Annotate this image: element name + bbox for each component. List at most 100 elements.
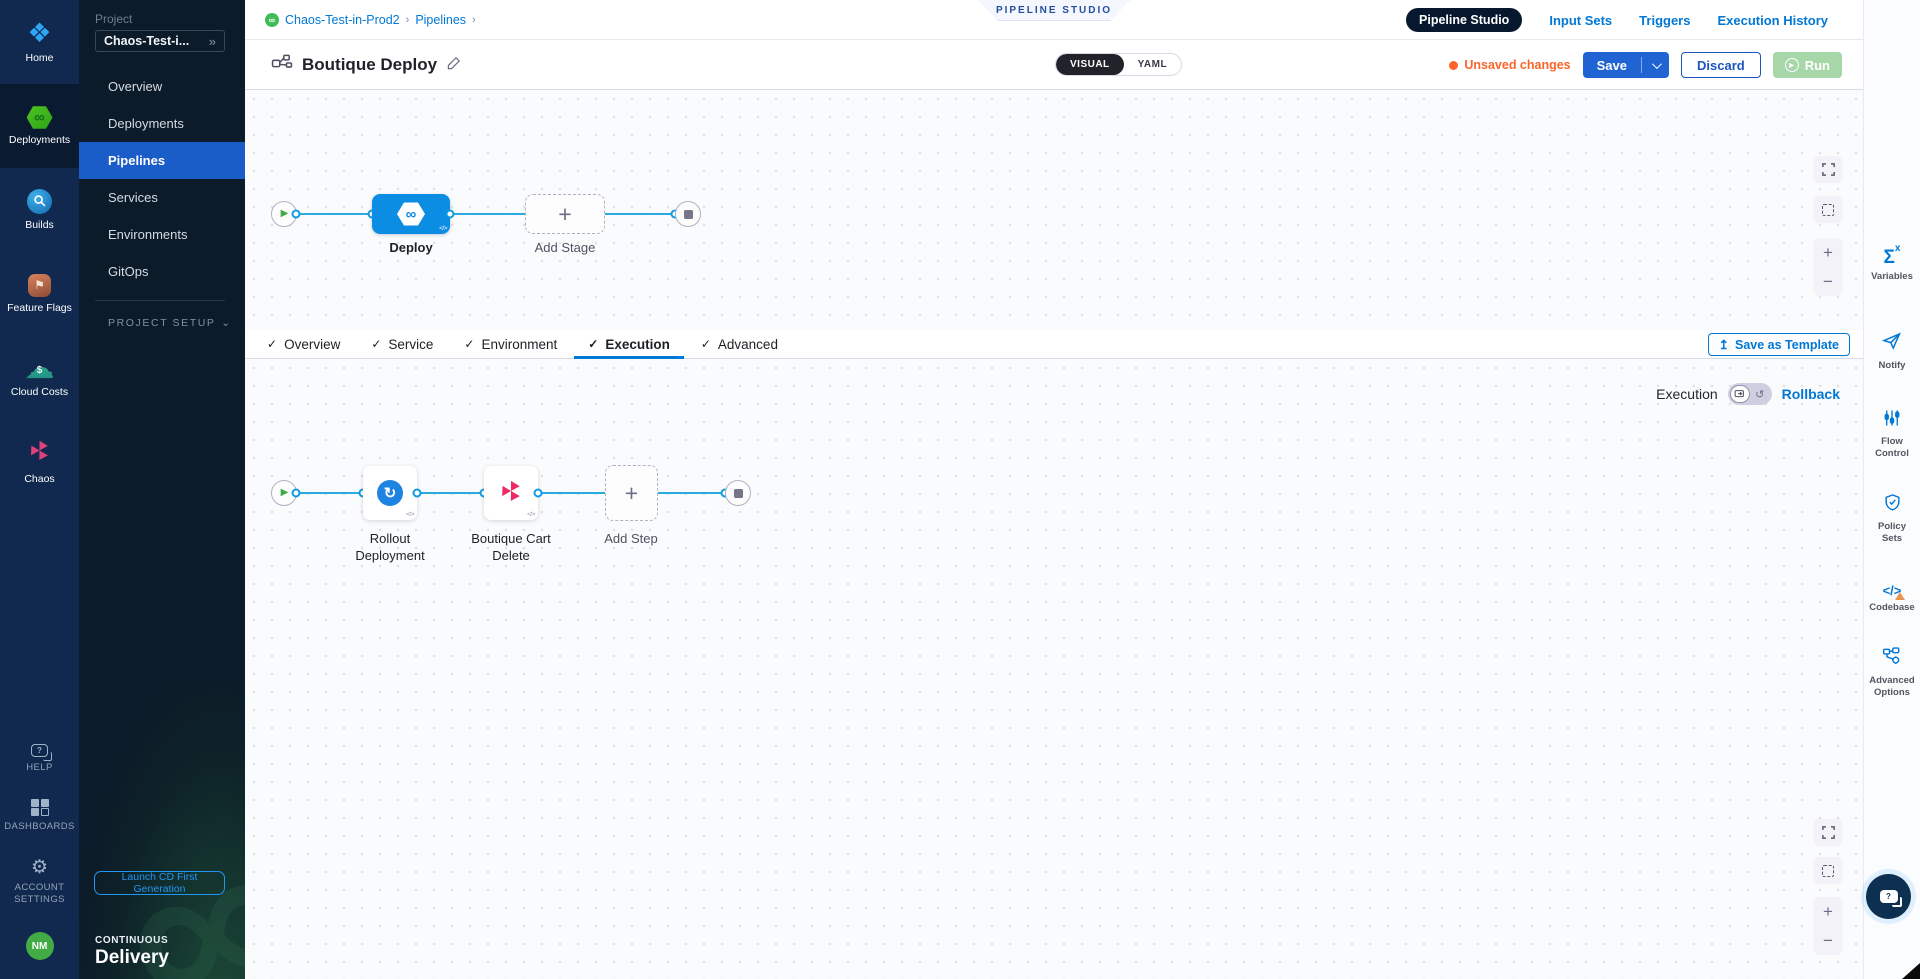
breadcrumb-project-link[interactable]: Chaos-Test-in-Prod2	[285, 13, 400, 27]
zoom-out-button[interactable]: −	[1823, 932, 1833, 949]
launch-cd-first-gen-button[interactable]: Launch CD First Generation	[94, 871, 225, 895]
tab-pipeline-studio[interactable]: Pipeline Studio	[1406, 8, 1522, 32]
execution-view-icon[interactable]	[1730, 385, 1750, 403]
pipeline-end-node[interactable]	[675, 201, 701, 227]
zoom-out-button[interactable]: −	[1823, 273, 1833, 290]
project-setup-toggle[interactable]: PROJECT SETUP ⌄	[108, 317, 230, 329]
nav-deployments-label: Deployments	[9, 134, 70, 146]
nav-chaos-label: Chaos	[24, 473, 54, 485]
sidebar-item-services[interactable]: Services	[79, 179, 245, 216]
add-step-label: Add Step	[576, 531, 686, 548]
canvas-fullscreen-button[interactable]	[1813, 156, 1843, 183]
sidebar-item-pipelines[interactable]: Pipelines	[79, 142, 245, 179]
edit-pencil-icon[interactable]	[446, 55, 462, 76]
nav-dashboards[interactable]: DASHBOARDS	[0, 785, 79, 847]
save-as-template-button[interactable]: ↥ Save as Template	[1708, 333, 1850, 356]
advanced-options-button[interactable]: Advanced Options	[1864, 646, 1920, 700]
support-chat-button[interactable]: ?	[1866, 874, 1911, 919]
check-icon: ✓	[701, 337, 711, 351]
tab-triggers[interactable]: Triggers	[1639, 13, 1690, 28]
tab-overview[interactable]: ✓ Overview	[265, 330, 342, 359]
sidebar-item-gitops[interactable]: GitOps	[79, 253, 245, 290]
upload-icon: ↥	[1719, 337, 1729, 352]
zoom-in-button[interactable]: +	[1823, 903, 1833, 920]
plus-icon: +	[558, 203, 571, 226]
module-name: Delivery	[95, 947, 169, 969]
nav-feature-flags[interactable]: ⚑ Feature Flags	[0, 252, 79, 336]
breadcrumb-separator: ›	[406, 14, 410, 26]
edge-dot	[446, 210, 455, 219]
nav-cloud-costs[interactable]: ☁$ Cloud Costs	[0, 336, 79, 420]
flow-control-icon	[1883, 409, 1901, 432]
execution-rollback-toggle[interactable]: ↺	[1728, 383, 1772, 405]
canvas-zoom-panel: + −	[1813, 897, 1843, 955]
step-code-badge: </>	[406, 511, 414, 518]
user-avatar-item[interactable]: NM	[0, 917, 79, 975]
help-label: HELP	[26, 762, 52, 774]
tab-input-sets[interactable]: Input Sets	[1549, 13, 1612, 28]
save-button-group[interactable]: Save	[1583, 52, 1669, 78]
cursor-artifact	[1902, 963, 1920, 979]
add-stage-button[interactable]: +	[525, 194, 605, 234]
tab-service[interactable]: ✓ Service	[369, 330, 435, 359]
pipeline-studio-ribbon: PIPELINE STUDIO	[978, 0, 1130, 21]
stage-graph-canvas[interactable]: ▶ ∞ </> Deploy + Add Stage + −	[245, 90, 1863, 330]
sidebar-item-deployments[interactable]: Deployments	[79, 105, 245, 142]
project-sidebar: ∞ Project Chaos-Test-i... » Overview Dep…	[79, 0, 245, 979]
zoom-in-button[interactable]: +	[1823, 244, 1833, 261]
nav-help[interactable]: ? HELP	[0, 733, 79, 785]
notify-button[interactable]: Notify	[1864, 331, 1920, 372]
execution-graph-canvas[interactable]: Execution ↺ Rollback ▶ ↻ </> Rollout Dep…	[245, 359, 1863, 979]
flow-control-button[interactable]: Flow Control	[1864, 409, 1920, 461]
canvas-fullscreen-button[interactable]	[1813, 819, 1843, 846]
save-button[interactable]: Save	[1583, 58, 1641, 73]
add-step-button[interactable]: +	[605, 465, 658, 521]
cd-stage-icon: ∞	[397, 202, 425, 227]
execution-end-node[interactable]	[725, 480, 751, 506]
edge-dot	[292, 210, 301, 219]
breadcrumb: ∞ Chaos-Test-in-Prod2 › Pipelines ›	[265, 0, 476, 40]
canvas-zoom-panel: + −	[1813, 238, 1843, 296]
nav-deployments[interactable]: ∞ Deployments	[0, 84, 79, 168]
tab-advanced[interactable]: ✓ Advanced	[699, 330, 780, 359]
check-icon: ✓	[371, 337, 381, 351]
nav-home[interactable]: ❖ Home	[0, 0, 79, 84]
run-button[interactable]: ▶ Run	[1773, 52, 1842, 78]
top-nav: ∞ Chaos-Test-in-Prod2 › Pipelines › PIPE…	[245, 0, 1863, 40]
step-node-rollout-deployment[interactable]: ↻ </>	[363, 466, 417, 520]
rollback-link[interactable]: Rollback	[1782, 386, 1840, 402]
canvas-fit-button[interactable]	[1813, 857, 1843, 884]
nav-builds[interactable]: Builds	[0, 168, 79, 252]
save-dropdown-button[interactable]	[1642, 62, 1669, 69]
rollback-view-icon[interactable]: ↺	[1750, 385, 1770, 403]
chaos-step-icon	[498, 478, 524, 509]
nav-chaos[interactable]: Chaos	[0, 420, 79, 504]
avatar[interactable]: NM	[26, 932, 54, 960]
tab-execution[interactable]: ✓ Execution	[586, 330, 672, 359]
canvas-fit-button[interactable]	[1813, 196, 1843, 223]
toggle-visual[interactable]: VISUAL	[1056, 54, 1124, 75]
breadcrumb-pipelines-link[interactable]: Pipelines	[415, 13, 466, 27]
tab-environment[interactable]: ✓ Environment	[462, 330, 559, 359]
variables-button[interactable]: Σx Variables	[1864, 248, 1920, 283]
discard-button[interactable]: Discard	[1681, 52, 1761, 78]
fullscreen-icon	[1821, 825, 1836, 840]
stage-node-deploy[interactable]: ∞ </>	[372, 194, 450, 234]
project-selector[interactable]: Chaos-Test-i... »	[95, 30, 225, 52]
tab-execution-history[interactable]: Execution History	[1717, 13, 1828, 28]
step-node-boutique-cart-delete[interactable]: </>	[484, 466, 538, 520]
pipeline-tools-rail: Σx Variables Notify Flow Control Policy …	[1863, 0, 1920, 979]
sidebar-item-overview[interactable]: Overview	[79, 68, 245, 105]
nav-account-settings[interactable]: ⚙ ACCOUNTSETTINGS	[0, 847, 79, 917]
sidebar-item-environments[interactable]: Environments	[79, 216, 245, 253]
run-play-icon: ▶	[1785, 58, 1799, 72]
advanced-options-icon	[1882, 646, 1902, 671]
step-label: Boutique Cart Delete	[456, 531, 566, 565]
policy-sets-button[interactable]: Policy Sets	[1864, 493, 1920, 546]
toggle-yaml[interactable]: YAML	[1124, 54, 1181, 75]
expand-icon: »	[209, 34, 216, 49]
visual-yaml-toggle[interactable]: VISUAL YAML	[1055, 53, 1182, 76]
codebase-button[interactable]: </> Codebase	[1864, 583, 1920, 614]
stage-config-tabs: ✓ Overview ✓ Service ✓ Environment ✓ Exe…	[245, 330, 1863, 359]
dashboards-label: DASHBOARDS	[4, 821, 75, 833]
